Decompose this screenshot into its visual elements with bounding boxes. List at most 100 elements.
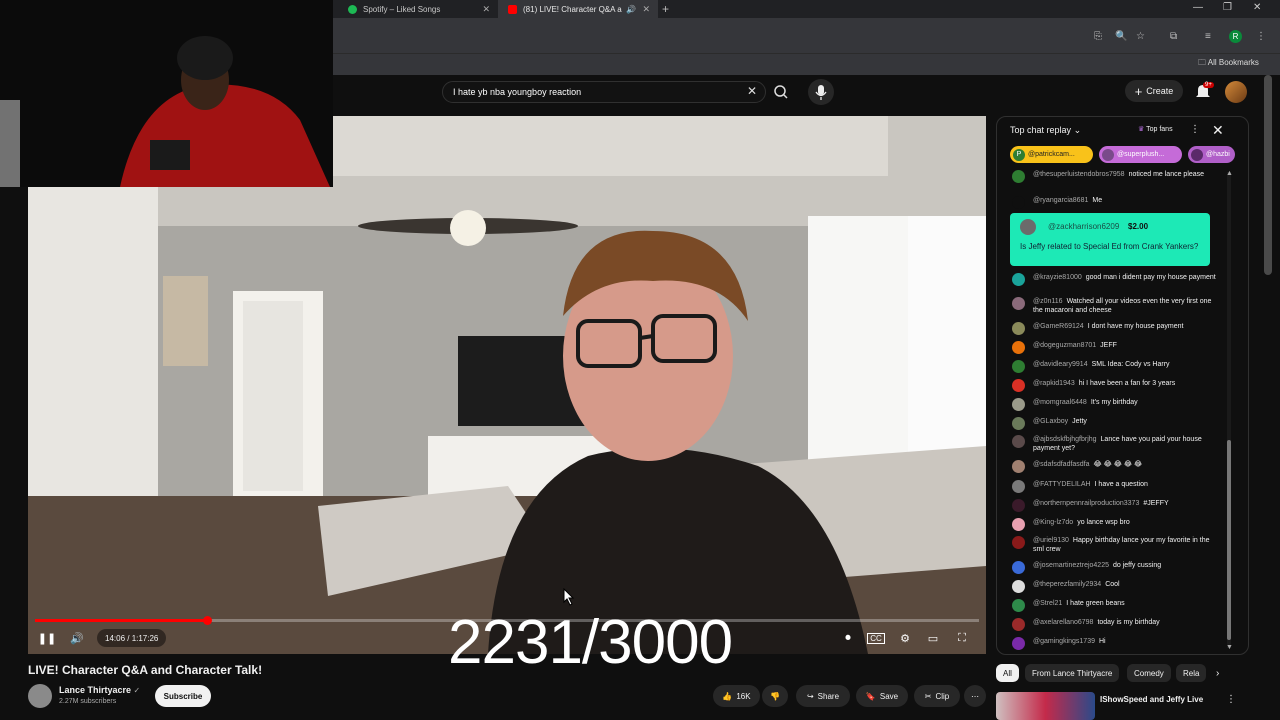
video-player[interactable]	[28, 116, 986, 654]
save-button[interactable]: 🔖 Save	[856, 685, 908, 707]
tab-youtube[interactable]: (81) LIVE! Character Q&A a 🔊 ✕	[498, 0, 658, 18]
chat-message: @ajbsdskfbjhgfbrjhg Lance have you paid y…	[1010, 435, 1220, 453]
more-actions-button[interactable]: ⋯	[964, 685, 986, 707]
settings-button[interactable]: ⚙	[895, 628, 915, 648]
chat-message: @josemartineztrejo4225 do jeffy cussing	[1010, 561, 1220, 574]
close-tab-icon[interactable]: ✕	[482, 4, 490, 15]
chat-username[interactable]: @ryangarcia8681	[1033, 197, 1088, 204]
channel-avatar[interactable]	[28, 684, 52, 708]
top-fans-button[interactable]: ♛ Top fans	[1138, 125, 1173, 133]
chat-scroll-thumb[interactable]	[1227, 440, 1231, 640]
voice-search-button[interactable]	[808, 79, 834, 105]
subscribe-button[interactable]: Subscribe	[155, 685, 211, 707]
chips-next-icon[interactable]: ›	[1216, 668, 1219, 679]
chat-username[interactable]: @gamingkings1739	[1033, 638, 1095, 645]
chat-username[interactable]: @northernpennrailproduction3373	[1033, 500, 1139, 507]
all-bookmarks[interactable]: 🗀 All Bookmarks	[1198, 57, 1259, 71]
recommended-menu-icon[interactable]: ⋮	[1226, 694, 1236, 705]
chat-avatar	[1012, 398, 1025, 411]
chat-text: good man i dident pay my house payment	[1085, 274, 1216, 281]
channel-name[interactable]: Lance Thirtyacre ✓	[59, 685, 140, 695]
chat-username[interactable]: @GLaxboy	[1033, 418, 1068, 425]
chat-avatar	[1012, 499, 1025, 512]
recommended-thumbnail[interactable]	[996, 692, 1095, 720]
chat-username[interactable]: @Strel21	[1033, 600, 1062, 607]
chat-username[interactable]: @sdafsdfadfasdfa	[1033, 461, 1090, 468]
top-fan-chip[interactable]: P @patrickcam...	[1010, 146, 1093, 163]
fullscreen-button[interactable]: ⛶	[952, 628, 972, 648]
chat-avatar	[1012, 360, 1025, 373]
like-button[interactable]: 👍 16K	[713, 685, 760, 707]
volume-button[interactable]: 🔊	[67, 628, 87, 648]
scroll-up-icon[interactable]: ▲	[1226, 170, 1233, 177]
restore-icon[interactable]: ❐	[1223, 2, 1232, 13]
create-button[interactable]: + Create	[1125, 80, 1183, 102]
close-icon: ✕	[1212, 122, 1224, 138]
chat-username[interactable]: @axelarellano6798	[1033, 619, 1093, 626]
install-icon[interactable]: ⎘	[1094, 31, 1102, 42]
clear-search-icon[interactable]: ✕	[747, 84, 757, 98]
chat-username[interactable]: @davidleary9914	[1033, 361, 1088, 368]
tab-spotify[interactable]: Spotify – Liked Songs ✕	[338, 0, 498, 18]
chat-text: It's my birthday	[1090, 399, 1138, 406]
chat-username[interactable]: @krayzie81000	[1033, 274, 1082, 281]
chat-message: @northernpennrailproduction3373 #JEFFY	[1010, 499, 1220, 512]
recommended-title[interactable]: IShowSpeed and Jeffy Live	[1100, 695, 1203, 704]
chat-username[interactable]: @rapkid1943	[1033, 380, 1075, 387]
top-fan-chip[interactable]: @superplush...	[1099, 146, 1182, 163]
profile-avatar[interactable]: R	[1229, 30, 1242, 43]
notification-badge: 9+	[1203, 82, 1214, 88]
top-fans-label: Top fans	[1146, 126, 1173, 133]
autoplay-toggle[interactable]: ⏺	[838, 628, 858, 648]
minimize-icon[interactable]: —	[1193, 2, 1203, 13]
chat-mode-dropdown[interactable]: Top chat replay ⌄	[1010, 125, 1081, 136]
chat-username[interactable]: @King-lz7do	[1033, 519, 1073, 526]
chat-avatar	[1012, 599, 1025, 612]
scissors-icon: ✂	[924, 691, 932, 701]
save-label: Save	[879, 691, 899, 701]
chat-message: @momgraal6448 It's my birthday	[1010, 398, 1220, 411]
zoom-icon[interactable]: 🔍	[1115, 31, 1127, 42]
chat-username[interactable]: @dogeguzman8701	[1033, 342, 1096, 349]
chat-avatar	[1012, 518, 1025, 531]
search-input[interactable]: I hate yb nba youngboy reaction	[442, 81, 766, 103]
chip-all[interactable]: All	[996, 664, 1019, 682]
chip-related[interactable]: Rela	[1176, 664, 1206, 682]
chat-username[interactable]: @GameR69124	[1033, 323, 1084, 330]
progress-scrubber[interactable]	[203, 616, 212, 625]
chat-username[interactable]: @z0n116	[1033, 298, 1063, 305]
media-icon[interactable]: ≡	[1205, 31, 1211, 42]
page-scrollbar[interactable]	[1264, 75, 1272, 275]
chat-username[interactable]: @momgraal6448	[1033, 399, 1087, 406]
speaker-icon[interactable]: 🔊	[626, 5, 636, 14]
clip-button[interactable]: ✂ Clip	[914, 685, 960, 707]
chat-username[interactable]: @FATTYDELILAH	[1033, 481, 1091, 488]
pause-button[interactable]: ❚❚	[37, 628, 57, 648]
theater-button[interactable]: ▭	[923, 628, 943, 648]
chat-username[interactable]: @thesuperluistendobros7958	[1033, 171, 1125, 178]
chat-username[interactable]: @uriel9130	[1033, 537, 1069, 544]
new-tab-button[interactable]: +	[662, 2, 669, 16]
top-fan-chip[interactable]: @hazbi	[1188, 146, 1235, 163]
chat-avatar	[1012, 618, 1025, 631]
search-button[interactable]	[768, 81, 794, 103]
chat-username[interactable]: @ajbsdskfbjhgfbrjhg	[1033, 436, 1097, 443]
close-window-icon[interactable]: ✕	[1253, 2, 1261, 13]
dislike-button[interactable]: 👎	[762, 685, 788, 707]
chip-comedy[interactable]: Comedy	[1127, 664, 1171, 682]
extensions-icon[interactable]: ⧉	[1170, 31, 1177, 42]
account-avatar[interactable]	[1225, 81, 1247, 103]
chip-from-channel[interactable]: From Lance Thirtyacre	[1025, 664, 1120, 682]
fan-name: @patrickcam...	[1028, 151, 1075, 158]
close-tab-icon[interactable]: ✕	[642, 4, 650, 15]
captions-button[interactable]: CC	[866, 628, 886, 648]
chat-menu-icon[interactable]: ⋮	[1190, 124, 1200, 135]
star-icon[interactable]: ☆	[1136, 31, 1145, 42]
scroll-down-icon[interactable]: ▼	[1226, 644, 1233, 651]
chat-username[interactable]: @josemartineztrejo4225	[1033, 562, 1109, 569]
share-button[interactable]: ↪ Share	[796, 685, 850, 707]
chat-username[interactable]: @theperezfamily2934	[1033, 581, 1101, 588]
menu-icon[interactable]: ⋮	[1256, 31, 1266, 42]
chat-text: I dont have my house payment	[1087, 323, 1184, 330]
close-chat-button[interactable]: ✕	[1212, 122, 1224, 139]
